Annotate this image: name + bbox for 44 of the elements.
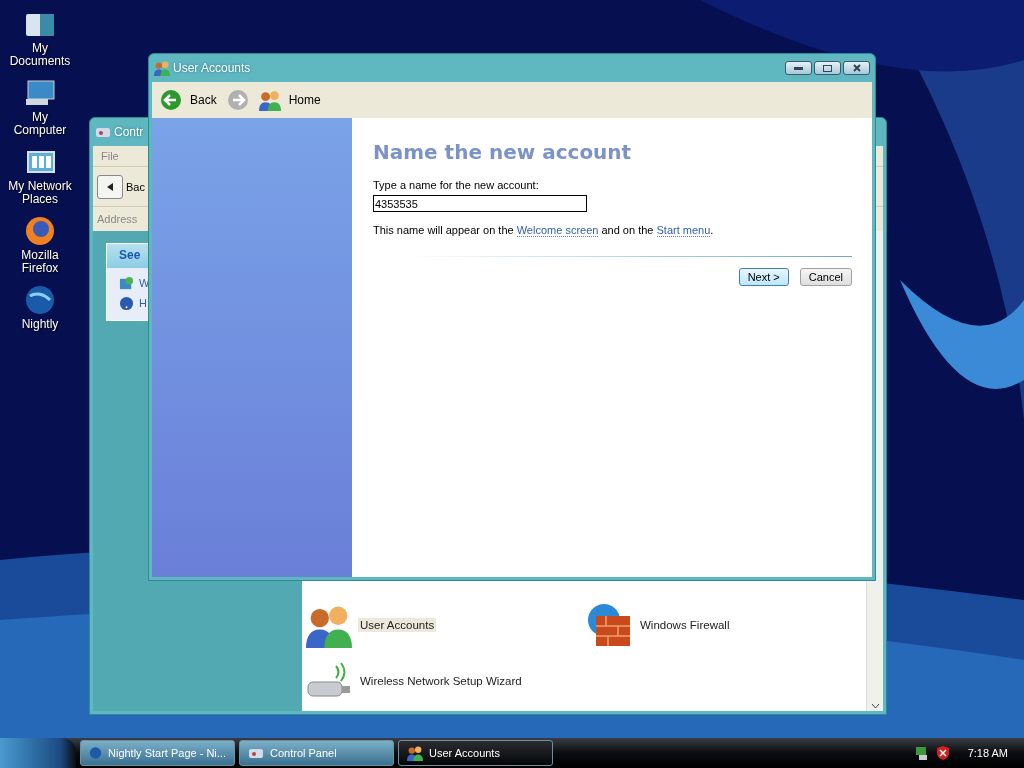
task-link[interactable]: H (119, 294, 147, 312)
taskbar-button[interactable]: Nightly Start Page - Ni... (80, 740, 235, 766)
control-panel-item[interactable]: Windows Firewall (638, 618, 732, 632)
desktop-icon-label[interactable]: Nightly (21, 318, 59, 331)
home-button[interactable]: Home (254, 85, 325, 115)
maximize-button[interactable] (814, 61, 841, 75)
field-label: Type a name for the new account: (373, 179, 540, 191)
back-arrow-icon (105, 181, 115, 192)
help-link[interactable]: Welcome screen (516, 224, 599, 237)
taskbar-button[interactable]: User Accounts (398, 740, 553, 766)
desktop-icon-label[interactable]: My Network Places (4, 180, 76, 206)
globe-window-icon (119, 275, 134, 291)
note-text: This name will appear on the Welcome screen and on the Start menu. (373, 224, 715, 236)
desktop-icon-label[interactable]: My Documents (4, 42, 76, 68)
users-icon (154, 60, 170, 76)
clipped-toolbar-label[interactable]: Bac (126, 180, 145, 193)
dialog-button[interactable]: Next > (738, 268, 789, 286)
page-heading: Name the new account (373, 140, 633, 164)
background-window-title: Contr (114, 125, 144, 139)
address-label: Address (97, 213, 138, 225)
clock: 7:18 AM (967, 747, 1008, 759)
dialog-button[interactable]: Cancel (799, 268, 852, 286)
close-icon (852, 64, 861, 72)
start-button[interactable] (0, 738, 76, 768)
account-name-field[interactable]: 4353535 (373, 195, 587, 212)
minimize-button[interactable] (785, 61, 812, 75)
scroll-down-icon (870, 703, 880, 709)
back-button[interactable]: Back (156, 85, 221, 115)
close-button[interactable] (843, 61, 870, 75)
shield-icon[interactable] (935, 745, 950, 761)
network-icon[interactable] (913, 745, 930, 761)
back-button[interactable] (97, 174, 123, 199)
minimize-icon (794, 66, 803, 70)
control-panel-item[interactable]: Wireless Network Setup Wizard (358, 674, 524, 688)
desktop-icon-label[interactable]: My Computer (4, 111, 76, 137)
control-panel-item[interactable]: User Accounts (358, 618, 437, 632)
window-title: User Accounts (173, 61, 251, 75)
users-icon (407, 745, 423, 761)
firefox-icon (24, 215, 56, 247)
taskbar-button[interactable]: Control Panel (239, 740, 394, 766)
desktop-icon-label[interactable]: Mozilla Firefox (4, 249, 76, 275)
users-icon (258, 89, 281, 111)
brick-wall-icon (586, 602, 632, 648)
maximize-icon (823, 64, 832, 72)
